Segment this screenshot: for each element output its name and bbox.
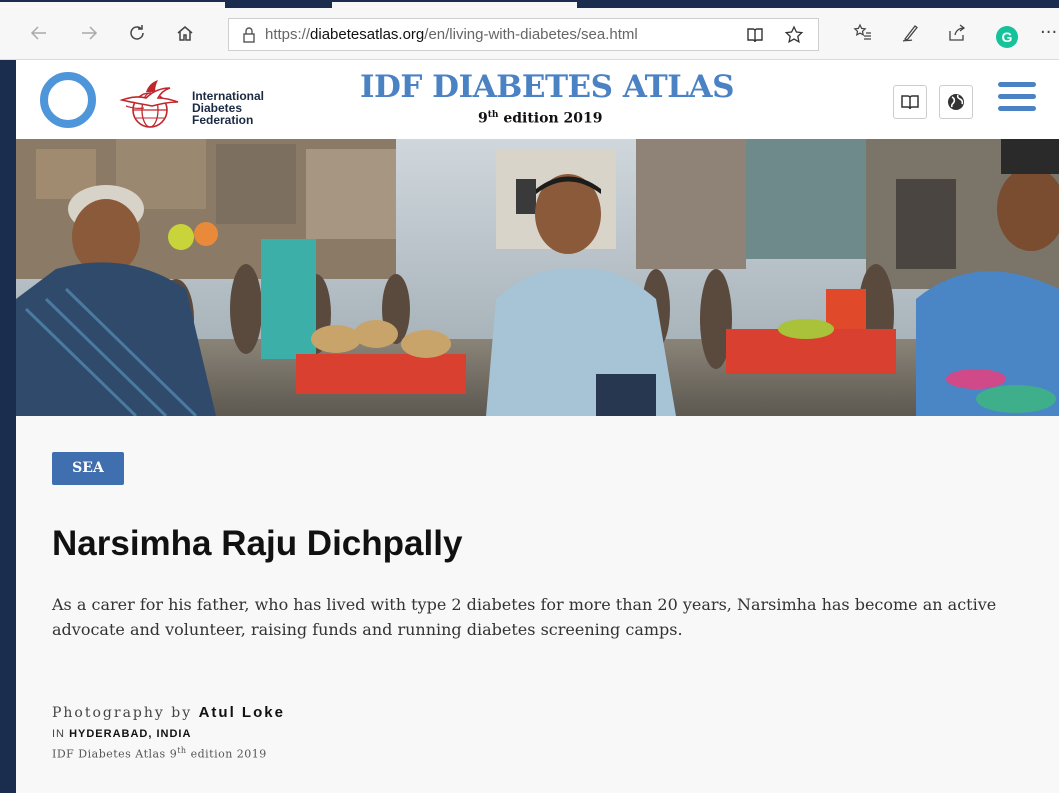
globe-icon — [948, 94, 964, 110]
forward-icon[interactable] — [74, 18, 104, 48]
credit-label: Photography by — [52, 705, 199, 721]
person-name-heading: Narsimha Raju Dichpally — [52, 524, 463, 563]
back-icon[interactable] — [24, 18, 54, 48]
refresh-icon[interactable] — [122, 18, 152, 48]
atlas-edition-line: IDF Diabetes Atlas 9th edition 2019 — [52, 746, 267, 761]
tab-strip — [0, 0, 1059, 8]
lock-icon[interactable] — [239, 25, 259, 45]
url-path: /en/living-with-diabetes/sea.html — [424, 26, 638, 43]
edition-suffix: th — [487, 110, 499, 120]
more-icon[interactable]: ··· — [1040, 22, 1057, 43]
idf-ring-logo[interactable] — [40, 72, 96, 128]
hamburger-menu-icon[interactable] — [998, 82, 1036, 114]
edition-line-text: IDF Diabetes Atlas 9 — [52, 747, 178, 761]
hero-photo — [16, 139, 1059, 416]
location-label: IN — [52, 728, 70, 740]
browser-toolbar: https://diabetesatlas.org/en/living-with… — [0, 8, 1059, 60]
language-button[interactable] — [939, 85, 973, 119]
edition-number: 9 — [478, 110, 488, 127]
edition-line-rest: edition 2019 — [186, 747, 267, 761]
home-icon[interactable] — [170, 18, 200, 48]
photo-location: IN HYDERABAD, INDIA — [52, 728, 191, 740]
pen-icon[interactable] — [896, 18, 926, 48]
share-icon[interactable] — [942, 18, 972, 48]
location-value: HYDERABAD, INDIA — [69, 728, 192, 740]
idf-bird-globe-logo[interactable] — [116, 72, 184, 130]
edition-subtitle: 9th edition 2019 — [478, 110, 602, 127]
web-page: International Diabetes Federation IDF DI… — [16, 60, 1059, 793]
photo-credit: Photography by Atul Loke — [52, 704, 285, 721]
story-summary: As a carer for his father, who has lived… — [52, 595, 997, 639]
favorites-list-icon[interactable] — [848, 18, 878, 48]
site-header: International Diabetes Federation IDF DI… — [16, 60, 1059, 139]
book-icon — [901, 95, 919, 110]
federation-wordmark[interactable]: International Diabetes Federation — [192, 90, 264, 126]
book-button[interactable] — [893, 85, 927, 119]
reading-view-icon[interactable] — [743, 24, 767, 46]
org-name-line3: Federation — [192, 113, 254, 127]
url-domain: diabetesatlas.org — [310, 26, 425, 43]
url-scheme: https:// — [265, 26, 311, 43]
edition-text: edition 2019 — [498, 110, 603, 127]
favorite-star-icon[interactable] — [782, 24, 806, 46]
region-badge[interactable]: SEA — [52, 452, 124, 485]
url-text[interactable]: https://diabetesatlas.org/en/living-with… — [265, 19, 638, 50]
site-title[interactable]: IDF DIABETES ATLAS — [360, 69, 735, 105]
edition-line-sup: th — [177, 746, 187, 755]
photographer-name: Atul Loke — [198, 704, 285, 721]
address-bar[interactable]: https://diabetesatlas.org/en/living-with… — [228, 18, 819, 51]
grammarly-icon[interactable]: G — [996, 26, 1018, 48]
